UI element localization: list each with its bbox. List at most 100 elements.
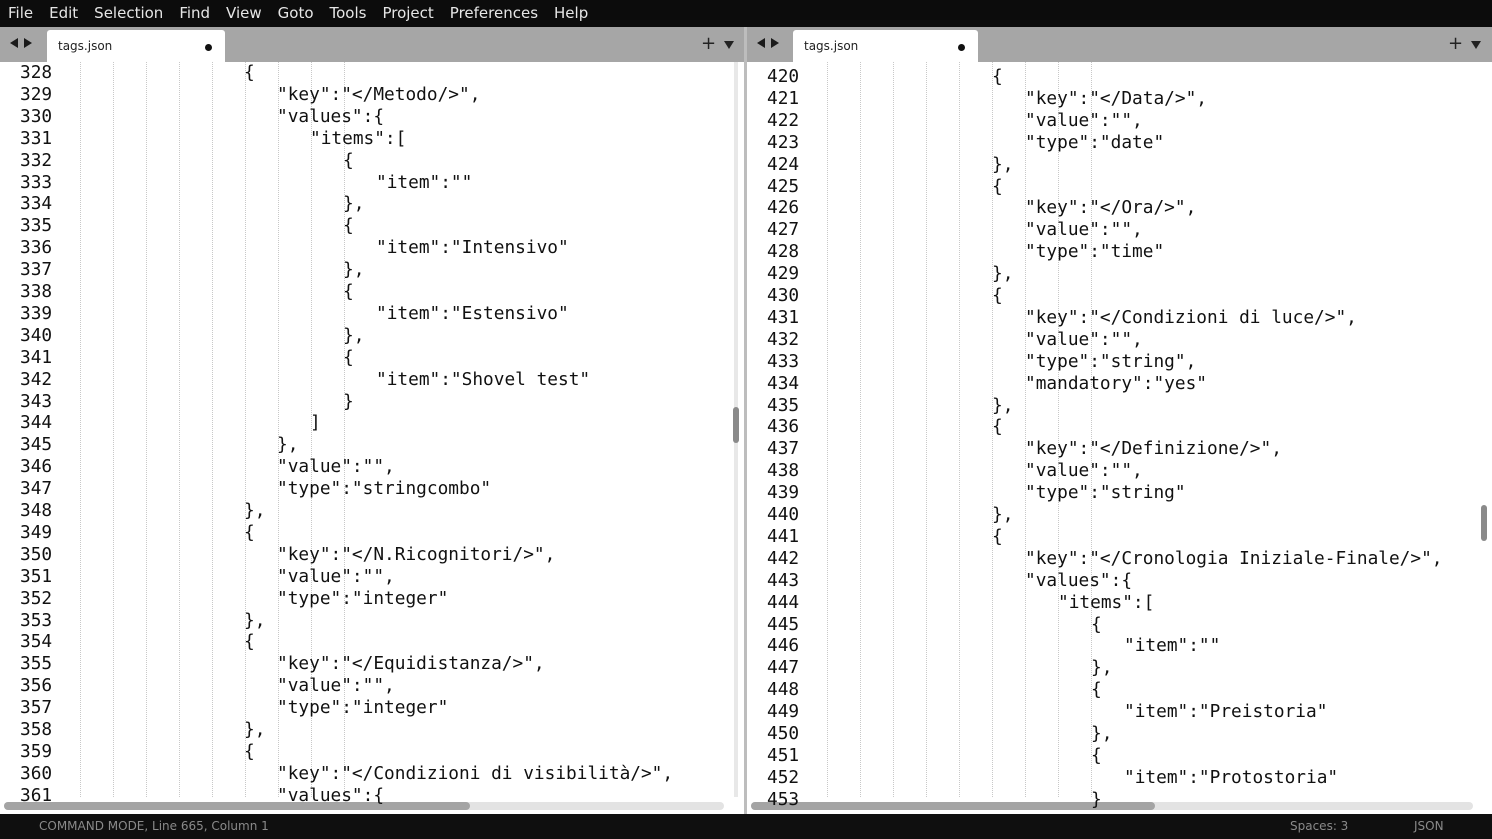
code-line[interactable]: 420 { (747, 66, 1475, 88)
tab-tags-json-left[interactable]: tags.json (47, 30, 225, 62)
menu-find[interactable]: Find (171, 0, 218, 27)
code-line[interactable]: 431 "key":"</Condizioni di luce/>", (747, 307, 1475, 329)
code-line[interactable]: 338 { (0, 281, 728, 303)
code-line[interactable]: 347 "type":"stringcombo" (0, 478, 728, 500)
code-line[interactable]: 333 "item":"" (0, 172, 728, 194)
code-line[interactable]: 348}, (0, 500, 728, 522)
code-line[interactable]: 340}, (0, 325, 728, 347)
code-line[interactable]: 354 { (0, 631, 728, 653)
tab-tags-json-right[interactable]: tags.json (793, 30, 978, 62)
code-line[interactable]: 352 "type":"integer" (0, 588, 728, 610)
code-line[interactable]: 334}, (0, 193, 728, 215)
code-line[interactable]: 448 { (747, 679, 1475, 701)
code-line[interactable]: 427 "value":"", (747, 219, 1475, 241)
code-line[interactable]: 343} (0, 391, 728, 413)
code-line[interactable]: 360 "key":"</Condizioni di visibilità/>", (0, 763, 728, 785)
code-line[interactable]: 443 "values":{ (747, 570, 1475, 592)
code-line[interactable]: 430 { (747, 285, 1475, 307)
code-line[interactable]: 361 "values":{ (0, 785, 728, 807)
code-line[interactable]: 344] (0, 412, 728, 434)
tab-dropdown-icon[interactable] (1471, 41, 1481, 49)
code-line[interactable]: 441 { (747, 526, 1475, 548)
line-number: 328 (20, 62, 53, 83)
code-line[interactable]: 335 { (0, 215, 728, 237)
code-line[interactable]: 426 "key":"</Ora/>", (747, 197, 1475, 219)
code-line[interactable]: 438 "value":"", (747, 460, 1475, 482)
code-line[interactable]: 424}, (747, 154, 1475, 176)
unsaved-dot-icon[interactable] (205, 44, 212, 51)
code-line[interactable]: 357 "type":"integer" (0, 697, 728, 719)
code-line[interactable]: 341 { (0, 347, 728, 369)
status-indentation[interactable]: Spaces: 3 (1290, 819, 1348, 833)
code-line[interactable]: 328 { (0, 62, 728, 84)
code-line[interactable]: 356 "value":"", (0, 675, 728, 697)
tab-prev-arrow-icon[interactable] (757, 38, 765, 48)
code-line[interactable]: 434 "mandatory":"yes" (747, 373, 1475, 395)
tab-next-arrow-icon[interactable] (24, 38, 32, 48)
code-line[interactable]: 453} (747, 789, 1475, 811)
menu-project[interactable]: Project (374, 0, 441, 27)
code-line[interactable]: 346 "value":"", (0, 456, 728, 478)
code-line[interactable]: 349 { (0, 522, 728, 544)
left-vertical-scrollbar[interactable] (733, 407, 739, 443)
code-line[interactable]: 439 "type":"string" (747, 482, 1475, 504)
line-number: 359 (20, 740, 53, 762)
code-line[interactable]: 450}, (747, 723, 1475, 745)
right-code-editor[interactable]: 420{421 "key":"</Data/>", 422 "value":"", 42… (747, 62, 1492, 814)
code-line[interactable]: 437 "key":"</Definizione/>", (747, 438, 1475, 460)
code-line[interactable]: 451 { (747, 745, 1475, 767)
line-number: 445 (767, 613, 800, 635)
menu-view[interactable]: View (218, 0, 270, 27)
code-line[interactable]: 432 "value":"", (747, 329, 1475, 351)
tab-next-arrow-icon[interactable] (771, 38, 779, 48)
line-number: 431 (767, 306, 800, 328)
code-line[interactable]: 449 "item":"Preistoria" (747, 701, 1475, 723)
code-line[interactable]: 444 "items":[ (747, 592, 1475, 614)
code-line[interactable]: 345}, (0, 434, 728, 456)
code-line[interactable]: 337}, (0, 259, 728, 281)
code-line[interactable]: 429}, (747, 263, 1475, 285)
code-line[interactable]: 353}, (0, 610, 728, 632)
code-line[interactable]: 332 { (0, 150, 728, 172)
menu-edit[interactable]: Edit (41, 0, 86, 27)
menu-tools[interactable]: Tools (322, 0, 375, 27)
code-line[interactable]: 435}, (747, 395, 1475, 417)
code-line[interactable]: 422 "value":"", (747, 110, 1475, 132)
code-line[interactable]: 339 "item":"Estensivo" (0, 303, 728, 325)
code-line[interactable]: 421 "key":"</Data/>", (747, 88, 1475, 110)
code-line[interactable]: 350 "key":"</N.Ricognitori/>", (0, 544, 728, 566)
code-line[interactable]: 423 "type":"date" (747, 132, 1475, 154)
code-line[interactable]: 445 { (747, 614, 1475, 636)
code-line[interactable]: 440}, (747, 504, 1475, 526)
code-line[interactable]: 433 "type":"string", (747, 351, 1475, 373)
code-line[interactable]: 428 "type":"time" (747, 241, 1475, 263)
status-syntax[interactable]: JSON (1414, 819, 1444, 833)
code-line[interactable]: 447}, (747, 657, 1475, 679)
tab-dropdown-icon[interactable] (724, 41, 734, 49)
code-line[interactable]: 436 { (747, 416, 1475, 438)
new-tab-plus-icon[interactable]: + (1448, 33, 1463, 54)
code-line[interactable]: 446 "item":"" (747, 635, 1475, 657)
code-line[interactable]: 329 "key":"</Metodo/>", (0, 84, 728, 106)
code-line[interactable]: 358}, (0, 719, 728, 741)
code-line[interactable]: 336 "item":"Intensivo" (0, 237, 728, 259)
left-code-editor[interactable]: 328{329 "key":"</Metodo/>", 330 "values":{3… (0, 62, 744, 814)
code-line[interactable]: 425 { (747, 176, 1475, 198)
new-tab-plus-icon[interactable]: + (701, 33, 716, 54)
code-line[interactable]: 331 "items":[ (0, 128, 728, 150)
code-line[interactable]: 359 { (0, 741, 728, 763)
code-line[interactable]: 351 "value":"", (0, 566, 728, 588)
code-line[interactable]: 442 "key":"</Cronologia Iniziale-Finale/>… (747, 548, 1475, 570)
code-line[interactable]: 452 "item":"Protostoria" (747, 767, 1475, 789)
unsaved-dot-icon[interactable] (958, 44, 965, 51)
code-line[interactable]: 342 "item":"Shovel test" (0, 369, 728, 391)
code-line[interactable]: 330 "values":{ (0, 106, 728, 128)
right-vertical-scrollbar[interactable] (1481, 505, 1487, 541)
code-line[interactable]: 355 "key":"</Equidistanza/>", (0, 653, 728, 675)
menu-file[interactable]: File (0, 0, 41, 27)
tab-prev-arrow-icon[interactable] (10, 38, 18, 48)
menu-preferences[interactable]: Preferences (442, 0, 546, 27)
menu-selection[interactable]: Selection (86, 0, 171, 27)
menu-goto[interactable]: Goto (270, 0, 322, 27)
menu-help[interactable]: Help (546, 0, 596, 27)
